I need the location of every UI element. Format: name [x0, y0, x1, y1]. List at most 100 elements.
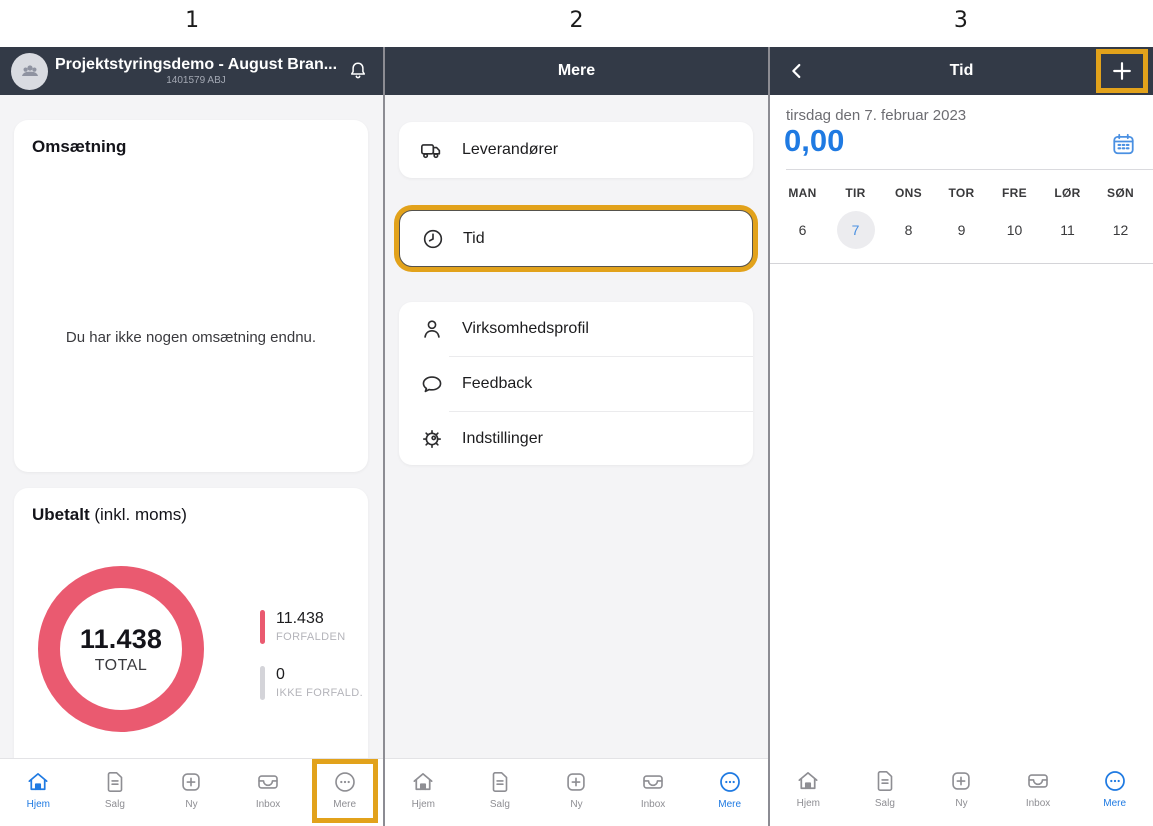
home-appbar: Projektstyringsdemo - August Bran... 140… [0, 47, 383, 95]
menu-label-feedback: Feedback [462, 375, 532, 393]
calendar-icon[interactable] [1110, 131, 1137, 158]
highlight-box-step3-add [1096, 49, 1148, 93]
donut-total-label: TOTAL [80, 657, 162, 675]
tab-hjem-label: Hjem [797, 798, 820, 809]
tab-ny-label: Ny [185, 799, 197, 810]
tid-appbar: Tid [770, 47, 1153, 95]
screen-label-2: 2 [384, 0, 768, 47]
time-amount-value[interactable]: 0,00 [784, 123, 844, 159]
day-10[interactable]: 10 [996, 211, 1034, 249]
day-cell-7-selected[interactable]: 7 [829, 211, 882, 249]
tab-salg[interactable]: Salg [847, 758, 924, 826]
weekday-tor: TOR [935, 178, 988, 200]
menu-item-tid[interactable]: Tid [400, 211, 752, 266]
tab-salg-label: Salg [105, 799, 125, 810]
screen-mere: Mere Leverandører [383, 47, 768, 826]
day-cell-9[interactable]: 9 [935, 211, 988, 249]
day-cell-6[interactable]: 6 [776, 211, 829, 249]
menu-item-feedback[interactable]: Feedback [399, 357, 753, 411]
day-cell-8[interactable]: 8 [882, 211, 935, 249]
day-6[interactable]: 6 [784, 211, 822, 249]
screen-label-3: 3 [769, 0, 1153, 47]
clock-icon [420, 226, 446, 252]
tab-hjem[interactable]: Hjem [0, 759, 77, 826]
screen-home: Projektstyringsdemo - August Bran... 140… [0, 47, 383, 826]
tab-ny-label: Ny [570, 799, 582, 810]
plus-square-icon [563, 769, 589, 795]
day-11[interactable]: 11 [1049, 211, 1087, 249]
tab-inbox[interactable]: Inbox [230, 759, 307, 826]
tab-hjem-label: Hjem [412, 799, 435, 810]
tab-ny[interactable]: Ny [538, 759, 615, 826]
more-ellipsis-icon [1102, 768, 1128, 794]
person-icon [419, 316, 445, 342]
legend-swatch-ikke-forfald [260, 666, 265, 700]
document-icon [102, 769, 128, 795]
weekday-fre: FRE [988, 178, 1041, 200]
notifications-bell-icon[interactable] [346, 59, 370, 83]
menu-label-tid: Tid [463, 230, 485, 248]
company-avatar[interactable] [11, 53, 48, 90]
menu-item-leverandorer[interactable]: Leverandører [399, 122, 753, 178]
revenue-card: Omsætning Du har ikke nogen omsætning en… [14, 120, 368, 472]
mere-body: Leverandører Tid [385, 95, 768, 758]
menu-item-indstillinger[interactable]: Indstillinger [399, 412, 753, 466]
tab-ny-label: Ny [955, 798, 967, 809]
legend-value-ikke-forfald: 0 [276, 666, 363, 684]
menu-label-indstillinger: Indstillinger [462, 430, 543, 448]
home-icon [795, 768, 821, 794]
menu-card-group: Virksomhedsprofil Feedback [399, 302, 753, 465]
speech-bubble-icon [419, 371, 445, 397]
legend-item-forfalden: 11.438 FORFALDEN [260, 610, 363, 644]
weekday-header-row: MAN TIR ONS TOR FRE LØR SØN [770, 178, 1153, 200]
donut-total-value: 11.438 [80, 624, 162, 655]
legend-label-ikke-forfald: IKKE FORFALD. [276, 687, 363, 699]
tab-salg-label: Salg [875, 798, 895, 809]
day-9[interactable]: 9 [943, 211, 981, 249]
tab-hjem[interactable]: Hjem [770, 758, 847, 826]
company-subtitle: 1401579 ABJ [50, 75, 342, 86]
tab-hjem[interactable]: Hjem [385, 759, 462, 826]
tab-salg[interactable]: Salg [462, 759, 539, 826]
menu-item-virksomhedsprofil[interactable]: Virksomhedsprofil [399, 302, 753, 356]
day-cell-11[interactable]: 11 [1041, 211, 1094, 249]
plus-square-icon [948, 768, 974, 794]
screen-label-1: 1 [0, 0, 384, 47]
week-dates-row: 6 7 8 9 10 11 12 [770, 211, 1153, 249]
unpaid-card: Ubetalt (inkl. moms) 11.438 TOTAL 11.438 [14, 488, 368, 758]
plus-square-icon [178, 769, 204, 795]
inbox-tray-icon [1025, 768, 1051, 794]
day-12[interactable]: 12 [1102, 211, 1140, 249]
legend-value-forfalden: 11.438 [276, 610, 346, 628]
tab-mere[interactable]: Mere [1076, 758, 1153, 826]
tid-title: Tid [950, 62, 974, 80]
day-cell-10[interactable]: 10 [988, 211, 1041, 249]
add-entry-plus-icon[interactable] [1109, 58, 1135, 84]
tab-inbox[interactable]: Inbox [1000, 758, 1077, 826]
donut-center: 11.438 TOTAL [80, 624, 162, 675]
back-chevron-icon[interactable] [786, 47, 808, 95]
weekday-son: SØN [1094, 178, 1147, 200]
home-header-titles: Projektstyringsdemo - August Bran... 140… [48, 56, 342, 86]
figure-label-row: 1 2 3 [0, 0, 1153, 47]
tab-ny[interactable]: Ny [923, 758, 1000, 826]
tab-salg[interactable]: Salg [77, 759, 154, 826]
revenue-empty-message: Du har ikke nogen omsætning endnu. [14, 329, 368, 346]
tab-inbox[interactable]: Inbox [615, 759, 692, 826]
divider [770, 263, 1153, 264]
tab-salg-label: Salg [490, 799, 510, 810]
screen-tid: Tid tirsdag den 7. februar 2023 0,00 [768, 47, 1153, 826]
tab-ny[interactable]: Ny [153, 759, 230, 826]
inbox-tray-icon [640, 769, 666, 795]
day-8[interactable]: 8 [890, 211, 928, 249]
home-icon [25, 769, 51, 795]
menu-label-leverandorer: Leverandører [462, 141, 558, 159]
tab-mere[interactable]: Mere [691, 759, 768, 826]
day-7[interactable]: 7 [837, 211, 875, 249]
more-ellipsis-icon [717, 769, 743, 795]
day-cell-12[interactable]: 12 [1094, 211, 1147, 249]
unpaid-donut-chart: 11.438 TOTAL [38, 566, 204, 732]
unpaid-legend: 11.438 FORFALDEN 0 IKKE FORFALD. [260, 610, 363, 722]
divider [786, 169, 1153, 170]
mere-appbar: Mere [385, 47, 768, 95]
